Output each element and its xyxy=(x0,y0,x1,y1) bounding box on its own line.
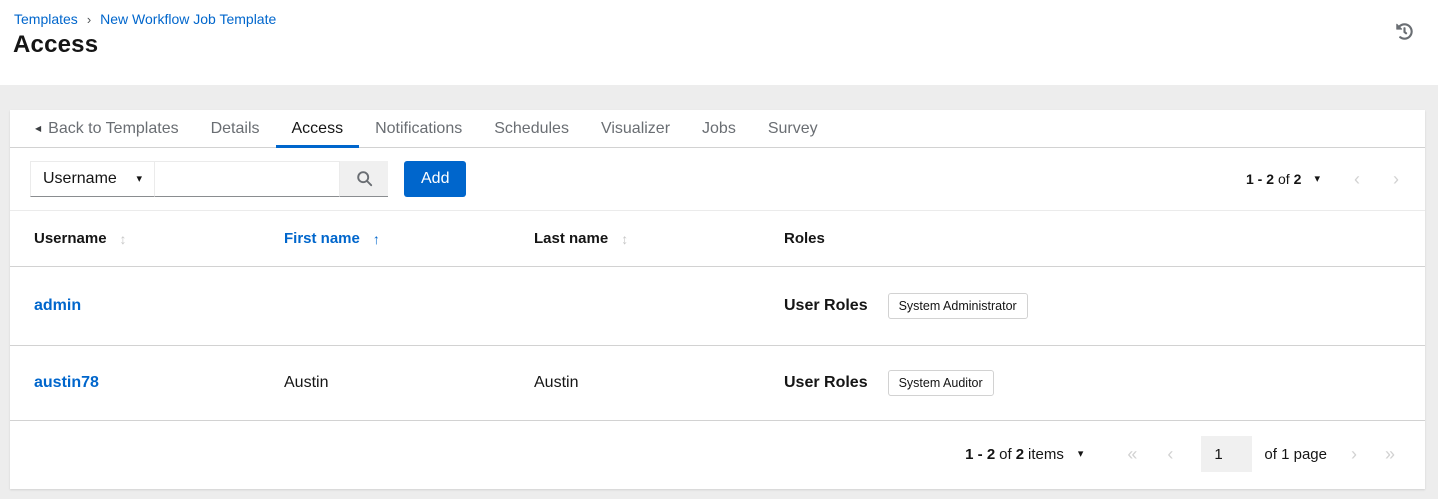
column-label: Username xyxy=(34,230,107,247)
page-title: Access xyxy=(13,31,98,59)
tab-bar: ◀ Back to Templates Details Access Notif… xyxy=(10,110,1425,148)
table-row-admin: admin User Roles System Administrator xyxy=(10,267,1425,346)
column-label: Roles xyxy=(784,230,825,247)
tab-label: Visualizer xyxy=(601,120,670,138)
search-submit-button[interactable] xyxy=(340,161,388,197)
breadcrumb-separator: › xyxy=(87,13,91,26)
caret-left-icon: ◀ xyxy=(35,125,41,133)
current-page-input[interactable] xyxy=(1201,436,1252,472)
sort-both-icon: ↕ xyxy=(621,231,628,247)
search-icon xyxy=(356,170,373,187)
toolbar: Username ▾ Add 1 - 2 of 2 ▾ ‹ › xyxy=(10,148,1425,210)
user-link-admin[interactable]: admin xyxy=(34,297,81,314)
tab-details[interactable]: Details xyxy=(195,110,276,147)
pagination-of-word: of xyxy=(999,446,1012,463)
tab-label: Notifications xyxy=(375,120,462,138)
first-name-cell: Austin xyxy=(284,374,534,392)
page-count-label: of 1 page xyxy=(1264,446,1327,463)
next-page-button[interactable]: › xyxy=(1351,445,1357,463)
column-label: Last name xyxy=(534,230,608,247)
column-header-first-name[interactable]: First name ↑ xyxy=(284,230,534,247)
column-header-username[interactable]: Username ↕ xyxy=(34,230,284,247)
username-cell: austin78 xyxy=(34,374,284,392)
pagination-items-word: items xyxy=(1028,446,1064,463)
breadcrumb: Templates › New Workflow Job Template xyxy=(14,11,276,27)
tab-schedules[interactable]: Schedules xyxy=(478,110,585,147)
tab-label: Jobs xyxy=(702,120,736,138)
pagination-total: 2 xyxy=(1016,446,1024,463)
tab-back-to-templates[interactable]: ◀ Back to Templates xyxy=(19,110,195,147)
add-button[interactable]: Add xyxy=(404,161,466,197)
table-row-austin78: austin78 Austin Austin User Roles System… xyxy=(10,346,1425,421)
breadcrumb-link-templates[interactable]: Templates xyxy=(14,11,78,27)
sort-ascending-icon: ↑ xyxy=(373,231,380,247)
pagination-per-page-dropdown[interactable]: 1 - 2 of 2 ▾ xyxy=(1246,171,1320,187)
roles-cell: User Roles System Administrator xyxy=(784,293,1401,319)
search-key-dropdown[interactable]: Username ▾ xyxy=(30,161,155,197)
tab-label: Details xyxy=(211,120,260,138)
angle-right-icon: › xyxy=(1351,444,1357,464)
tab-visualizer[interactable]: Visualizer xyxy=(585,110,686,147)
user-roles-label: User Roles xyxy=(784,374,868,392)
pagination-range: 1 - 2 xyxy=(965,446,995,463)
tab-notifications[interactable]: Notifications xyxy=(359,110,478,147)
caret-down-icon: ▾ xyxy=(1078,449,1084,460)
username-cell: admin xyxy=(34,297,284,315)
search-key-selected: Username xyxy=(43,170,117,188)
role-chip: System Auditor xyxy=(888,370,994,396)
pagination-range: 1 - 2 xyxy=(1246,171,1274,187)
page-header: Templates › New Workflow Job Template Ac… xyxy=(0,0,1438,85)
previous-page-button[interactable]: ‹ xyxy=(1167,445,1173,463)
last-name-cell: Austin xyxy=(534,374,784,392)
next-page-button[interactable]: › xyxy=(1393,170,1399,188)
sort-both-icon: ↕ xyxy=(120,231,127,247)
angle-double-right-icon: » xyxy=(1385,444,1395,464)
angle-left-icon: ‹ xyxy=(1167,444,1173,464)
breadcrumb-link-new-workflow-job-template[interactable]: New Workflow Job Template xyxy=(100,11,276,27)
tab-access[interactable]: Access xyxy=(276,110,360,147)
search-input[interactable] xyxy=(155,161,340,197)
angle-right-icon: › xyxy=(1393,169,1399,189)
tab-label: Schedules xyxy=(494,120,569,138)
tab-label: Back to Templates xyxy=(48,120,178,138)
user-link-austin78[interactable]: austin78 xyxy=(34,374,99,391)
tab-label: Access xyxy=(292,120,344,138)
column-header-last-name[interactable]: Last name ↕ xyxy=(534,230,784,247)
tab-jobs[interactable]: Jobs xyxy=(686,110,752,147)
angle-double-left-icon: « xyxy=(1127,444,1137,464)
caret-down-icon: ▾ xyxy=(1314,174,1320,185)
bottom-pagination: 1 - 2 of 2 items ▾ « ‹ of 1 page › » xyxy=(10,421,1425,487)
tab-survey[interactable]: Survey xyxy=(752,110,834,147)
tab-label: Survey xyxy=(768,120,818,138)
column-header-roles: Roles xyxy=(784,230,1401,247)
table-header-row: Username ↕ First name ↑ Last name ↕ Role… xyxy=(10,210,1425,267)
last-page-button[interactable]: » xyxy=(1385,445,1395,463)
history-icon xyxy=(1396,23,1413,40)
pagination-items-dropdown[interactable]: 1 - 2 of 2 items ▾ xyxy=(965,446,1083,463)
column-label: First name xyxy=(284,230,360,247)
activity-history-button[interactable] xyxy=(1396,23,1413,40)
first-page-button[interactable]: « xyxy=(1127,445,1137,463)
pagination-total: 2 xyxy=(1294,171,1302,187)
previous-page-button[interactable]: ‹ xyxy=(1354,170,1360,188)
roles-cell: User Roles System Auditor xyxy=(784,370,1401,396)
caret-down-icon: ▾ xyxy=(136,174,142,185)
user-roles-label: User Roles xyxy=(784,297,868,315)
top-pagination: 1 - 2 of 2 ▾ ‹ › xyxy=(1246,170,1405,188)
role-chip: System Administrator xyxy=(888,293,1028,319)
content-card: ◀ Back to Templates Details Access Notif… xyxy=(10,110,1425,489)
angle-left-icon: ‹ xyxy=(1354,169,1360,189)
pagination-of-word: of xyxy=(1278,171,1290,187)
